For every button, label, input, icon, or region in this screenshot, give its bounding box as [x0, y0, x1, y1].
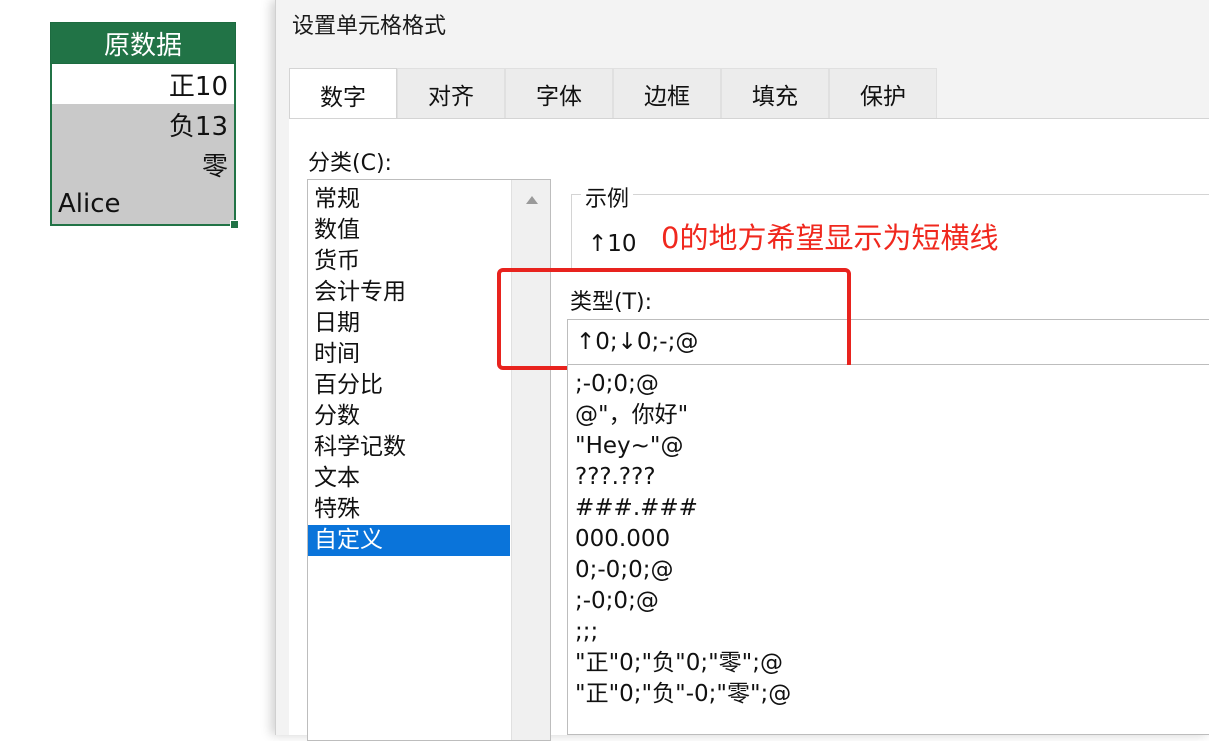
category-number[interactable]: 数值	[308, 215, 510, 246]
annotation-text: 0的地方希望显示为短横线	[661, 221, 999, 255]
number-tab-panel: 分类(C): 常规 数值 货币 会计专用 日期 时间 百分比 分数 科学记数 文…	[289, 118, 1209, 741]
source-data-range: 原数据 正10 负13 零 Alice	[50, 22, 239, 229]
sheet-cell-1[interactable]: 正10	[52, 64, 234, 104]
format-code-item[interactable]: "Hey~"@	[568, 431, 1209, 462]
category-custom[interactable]: 自定义	[308, 525, 510, 556]
sheet-cell-2[interactable]: 负13	[52, 104, 234, 144]
format-code-item[interactable]: ;-0;0;@	[568, 369, 1209, 400]
sample-value: ↑10	[588, 231, 637, 257]
category-currency[interactable]: 货币	[308, 246, 510, 277]
category-label: 分类(C):	[308, 151, 392, 176]
category-time[interactable]: 时间	[308, 339, 510, 370]
fill-handle[interactable]	[230, 220, 239, 229]
format-code-list[interactable]: ;-0;0;@ @"，你好" "Hey~"@ ???.??? ###.### 0…	[567, 365, 1209, 735]
format-cells-dialog: 设置单元格格式 数字 对齐 字体 边框 填充 保护 分类(C): 常规 数值 货…	[275, 0, 1209, 741]
tab-font[interactable]: 字体	[505, 68, 613, 118]
tab-border[interactable]: 边框	[613, 68, 721, 118]
category-list[interactable]: 常规 数值 货币 会计专用 日期 时间 百分比 分数 科学记数 文本 特殊 自定…	[307, 179, 551, 741]
category-accounting[interactable]: 会计专用	[308, 277, 510, 308]
sheet-cell-3[interactable]: 零	[52, 144, 234, 184]
tab-number[interactable]: 数字	[289, 68, 397, 120]
dialog-title: 设置单元格格式	[292, 14, 447, 39]
sheet-cell-4[interactable]: Alice	[52, 184, 234, 224]
format-code-item[interactable]: 0;-0;0;@	[568, 555, 1209, 586]
sheet-selection[interactable]: 正10 负13 零 Alice	[50, 64, 239, 229]
format-code-item[interactable]: ;;;	[568, 617, 1209, 648]
annotation-highlight-box	[497, 268, 851, 370]
scroll-up-arrow-icon[interactable]	[526, 196, 538, 204]
format-code-item[interactable]: ???.???	[568, 462, 1209, 493]
category-date[interactable]: 日期	[308, 308, 510, 339]
tab-protection[interactable]: 保护	[829, 68, 937, 118]
format-code-item[interactable]: @"，你好"	[568, 400, 1209, 431]
tab-alignment[interactable]: 对齐	[397, 68, 505, 118]
format-code-item[interactable]: "正"0;"负"-0;"零";@	[568, 679, 1209, 710]
category-scientific[interactable]: 科学记数	[308, 432, 510, 463]
tab-fill[interactable]: 填充	[721, 68, 829, 118]
format-code-item[interactable]: ;-0;0;@	[568, 586, 1209, 617]
format-code-item[interactable]: ###.###	[568, 493, 1209, 524]
category-special[interactable]: 特殊	[308, 494, 510, 525]
category-text[interactable]: 文本	[308, 463, 510, 494]
category-fraction[interactable]: 分数	[308, 401, 510, 432]
category-general[interactable]: 常规	[308, 184, 510, 215]
category-scrollbar[interactable]	[511, 180, 550, 740]
dialog-tabs: 数字 对齐 字体 边框 填充 保护	[289, 68, 937, 120]
category-percentage[interactable]: 百分比	[308, 370, 510, 401]
sheet-header-cell[interactable]: 原数据	[50, 22, 236, 64]
format-code-item[interactable]: 000.000	[568, 524, 1209, 555]
sample-title: 示例	[581, 181, 634, 213]
format-code-item[interactable]: "正"0;"负"0;"零";@	[568, 648, 1209, 679]
